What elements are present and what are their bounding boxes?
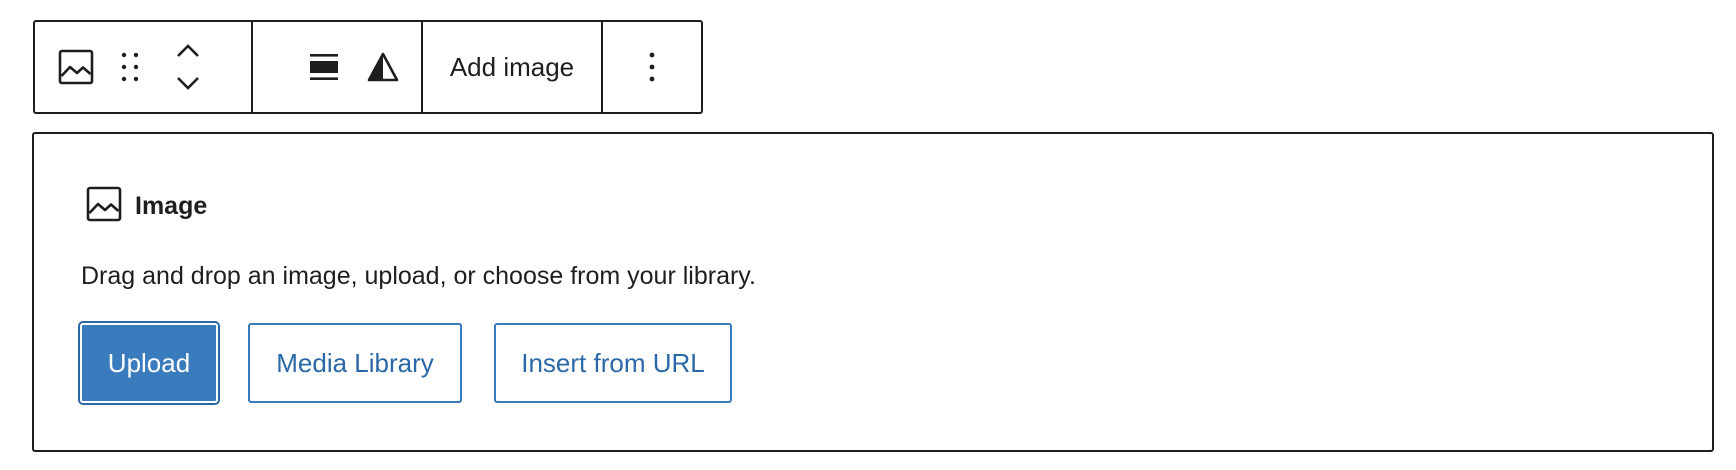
media-library-button[interactable]: Media Library	[248, 323, 462, 403]
placeholder-instructions: Drag and drop an image, upload, or choos…	[81, 262, 756, 290]
options-button[interactable]	[603, 22, 701, 112]
placeholder-title: Image	[135, 192, 208, 220]
drag-handle-button[interactable]	[117, 22, 143, 112]
toolbar-group-options	[603, 22, 701, 112]
placeholder-actions: Upload Media Library Insert from URL	[80, 323, 732, 403]
toolbar-group-add: Add image	[423, 22, 603, 112]
chevron-down-icon	[176, 76, 200, 90]
duotone-button[interactable]	[345, 22, 421, 112]
toolbar-group-align	[253, 22, 423, 112]
align-button[interactable]	[253, 22, 345, 112]
placeholder-label: Image	[86, 186, 207, 227]
align-wide-icon	[309, 52, 339, 82]
insert-from-url-button[interactable]: Insert from URL	[494, 323, 732, 403]
image-icon	[58, 49, 94, 85]
block-toolbar: Add image	[33, 20, 703, 114]
more-vertical-icon	[648, 51, 656, 83]
duotone-filter-icon	[367, 52, 399, 82]
move-up-button[interactable]	[176, 44, 200, 58]
block-type-button[interactable]	[35, 22, 117, 112]
drag-handle-icon	[121, 51, 139, 83]
chevron-up-icon	[176, 44, 200, 58]
add-image-button[interactable]: Add image	[423, 22, 601, 112]
block-mover	[143, 22, 233, 112]
image-icon	[86, 186, 122, 227]
upload-button[interactable]: Upload	[80, 323, 218, 403]
move-down-button[interactable]	[176, 76, 200, 90]
toolbar-group-block	[35, 22, 253, 112]
image-placeholder: Image Drag and drop an image, upload, or…	[32, 132, 1714, 452]
